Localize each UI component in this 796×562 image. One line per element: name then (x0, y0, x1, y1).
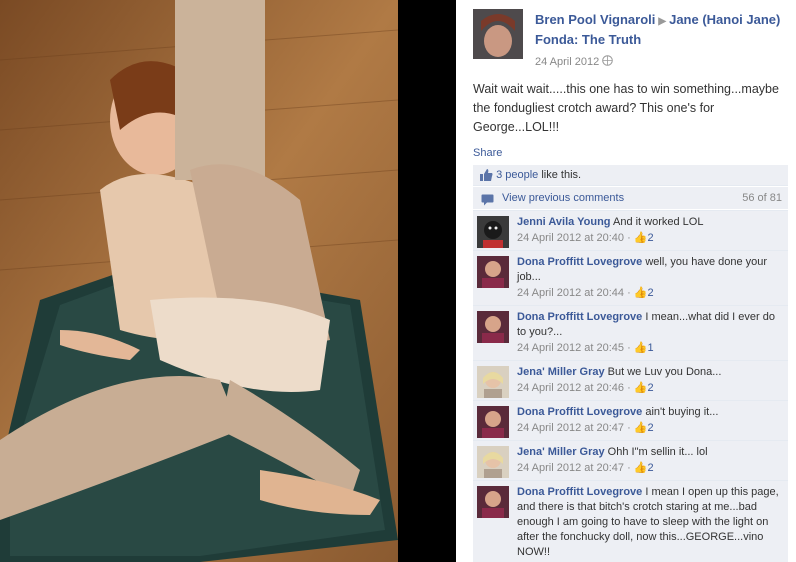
view-previous-row: View previous comments 56 of 81 (473, 187, 788, 209)
comment-likes-count: 1 (647, 342, 654, 354)
meta-separator: · (624, 287, 634, 299)
comment-meta: 24 April 2012 at 20:47 · 👍2 (517, 461, 782, 476)
post-date[interactable]: 24 April 2012 (535, 56, 599, 68)
commenter-avatar[interactable] (477, 216, 509, 248)
thumb-up-icon (479, 168, 493, 182)
comment-meta: 24 April 2012 at 20:45 · 👍1 (517, 341, 782, 356)
comment-likes[interactable]: 👍2 (634, 232, 654, 244)
thumb-up-icon: 👍 (633, 342, 648, 354)
commenter-avatar[interactable] (477, 486, 509, 518)
commenter-name[interactable]: Jenni Avila Young (517, 216, 611, 228)
view-previous-comments-link[interactable]: View previous comments (502, 187, 624, 209)
comment-meta: 24 April 2012 at 20:44 · 👍2 (517, 286, 782, 301)
thumb-up-icon: 👍 (633, 462, 648, 474)
comment-likes-count: 2 (647, 422, 654, 434)
comment-meta: 24 April 2012 at 20:46 · 👍2 (517, 381, 782, 396)
comment-text: Ohh I"m sellin it... lol (607, 446, 708, 458)
comment-likes[interactable]: 👍1 (634, 342, 654, 354)
post-panel: Bren Pool Vignaroli ▶ Jane (Hanoi Jane) Fo… (456, 0, 796, 562)
comment-likes-count: 2 (647, 382, 654, 394)
comment-count: 56 of 81 (742, 192, 782, 204)
likes-count-link[interactable]: 3 people (496, 169, 538, 181)
comment-text: And it worked LOL (612, 216, 704, 228)
comment-text: ain't buying it... (645, 406, 719, 418)
meta-separator: · (624, 382, 634, 394)
commenter-name[interactable]: Dona Proffitt Lovegrove (517, 486, 642, 498)
meta-separator: · (624, 232, 634, 244)
comment-likes-count: 2 (647, 462, 654, 474)
comment-item: Jenni Avila Young And it worked LOL 24 A… (473, 210, 788, 250)
arrow-right-icon: ▶ (658, 16, 667, 27)
commenter-avatar[interactable] (477, 366, 509, 398)
commenter-name[interactable]: Dona Proffitt Lovegrove (517, 256, 642, 268)
comment-meta: 24 April 2012 at 20:40 · 👍2 (517, 231, 782, 246)
comment-item: Dona Proffitt Lovegrove I mean I open up… (473, 480, 788, 562)
commenter-avatar[interactable] (477, 406, 509, 438)
comment-text: But we Luv you Dona... (607, 366, 722, 378)
post-title: Bren Pool Vignaroli ▶ Jane (Hanoi Jane) Fo… (535, 11, 785, 49)
globe-icon (602, 55, 614, 68)
comment-list: Jenni Avila Young And it worked LOL 24 A… (473, 210, 788, 562)
comment-likes[interactable]: 👍2 (634, 382, 654, 394)
author-name-link[interactable]: Bren Pool Vignaroli (535, 12, 655, 27)
photo (0, 0, 398, 562)
commenter-name[interactable]: Jena' Miller Gray (517, 366, 605, 378)
thumb-up-icon: 👍 (633, 382, 648, 394)
commenter-avatar[interactable] (477, 446, 509, 478)
commenter-name[interactable]: Dona Proffitt Lovegrove (517, 311, 642, 323)
comment-date[interactable]: 24 April 2012 at 20:45 (517, 342, 624, 354)
author-avatar[interactable] (473, 9, 523, 59)
comment-likes-count: 2 (647, 287, 654, 299)
comment-likes-count: 2 (647, 232, 654, 244)
commenter-avatar[interactable] (477, 311, 509, 343)
likes-suffix: like this. (538, 169, 582, 181)
comment-date[interactable]: 24 April 2012 at 20:40 (517, 232, 624, 244)
comment-likes[interactable]: 👍2 (634, 287, 654, 299)
meta-separator: · (624, 422, 634, 434)
commenter-name[interactable]: Jena' Miller Gray (517, 446, 605, 458)
post-date-row: 24 April 2012 (535, 55, 614, 68)
comment-date[interactable]: 24 April 2012 at 20:47 (517, 422, 624, 434)
comment-item: Jena' Miller Gray Ohh I"m sellin it... l… (473, 440, 788, 480)
thumb-up-icon: 👍 (633, 232, 648, 244)
comment-meta: 24 April 2012 at 20:47 · 👍2 (517, 421, 782, 436)
comment-likes[interactable]: 👍2 (634, 462, 654, 474)
meta-separator: · (624, 342, 634, 354)
post-text: Wait wait wait.....this one has to win s… (473, 82, 779, 134)
comment-item: Dona Proffitt Lovegrove ain't buying it.… (473, 400, 788, 440)
commenter-name[interactable]: Dona Proffitt Lovegrove (517, 406, 642, 418)
share-link[interactable]: Share (473, 147, 502, 159)
thumb-up-icon: 👍 (633, 287, 648, 299)
thumb-up-icon: 👍 (633, 422, 648, 434)
comment-date[interactable]: 24 April 2012 at 20:44 (517, 287, 624, 299)
comment-date[interactable]: 24 April 2012 at 20:46 (517, 382, 624, 394)
comment-item: Jena' Miller Gray But we Luv you Dona...… (473, 360, 788, 400)
comment-item: Dona Proffitt Lovegrove I mean...what di… (473, 305, 788, 360)
comment-likes[interactable]: 👍2 (634, 422, 654, 434)
comment-date[interactable]: 24 April 2012 at 20:47 (517, 462, 624, 474)
commenter-avatar[interactable] (477, 256, 509, 288)
lightbox-backdrop (398, 0, 456, 562)
comment-item: Dona Proffitt Lovegrove well, you have d… (473, 250, 788, 305)
likes-summary: 3 people like this. (473, 165, 788, 186)
meta-separator: · (624, 462, 634, 474)
